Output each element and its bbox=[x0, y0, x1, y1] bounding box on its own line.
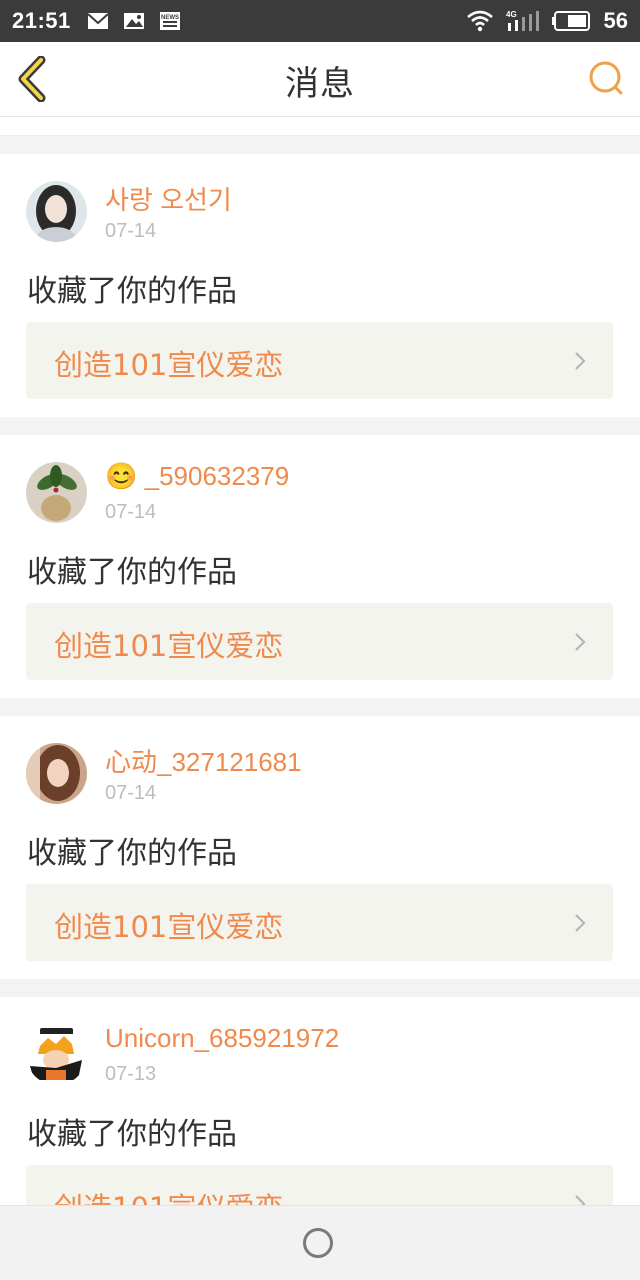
message-date: 07-13 bbox=[105, 1063, 157, 1085]
previous-card-edge bbox=[0, 117, 640, 136]
username[interactable]: 사랑 오선기 bbox=[105, 180, 232, 217]
message-list: 사랑 오선기 07-14 收藏了你的作品 创造101宣仪爱恋 😊 _590632… bbox=[0, 117, 640, 1260]
work-title: 创造101宣仪爱恋 bbox=[54, 910, 284, 944]
message-card: 사랑 오선기 07-14 收藏了你的作品 创造101宣仪爱恋 bbox=[0, 154, 640, 417]
avatar[interactable] bbox=[26, 462, 87, 523]
signal-icon: 4G bbox=[506, 10, 539, 31]
action-text: 收藏了你的作品 bbox=[27, 836, 237, 871]
wifi-icon bbox=[466, 10, 493, 32]
chevron-right-icon bbox=[575, 633, 586, 651]
smile-emoji-icon: 😊 bbox=[105, 461, 138, 491]
action-text: 收藏了你的作品 bbox=[27, 555, 237, 590]
work-title: 创造101宣仪爱恋 bbox=[54, 629, 284, 663]
battery-icon bbox=[551, 11, 590, 31]
chevron-right-icon bbox=[575, 914, 586, 932]
app-header: 消息 bbox=[0, 42, 640, 117]
mail-icon bbox=[87, 13, 109, 29]
work-link[interactable]: 创造101宣仪爱恋 bbox=[26, 322, 613, 399]
work-link[interactable]: 创造101宣仪爱恋 bbox=[26, 603, 613, 680]
message-date: 07-14 bbox=[105, 501, 157, 523]
chevron-right-icon bbox=[575, 352, 586, 370]
message-card: 😊 _590632379 07-14 收藏了你的作品 创造101宣仪爱恋 bbox=[0, 435, 640, 698]
news-icon: NEWS bbox=[159, 12, 180, 30]
status-bar: 21:51 NEWS 4G 56 bbox=[0, 0, 640, 42]
username-text: _590632379 bbox=[144, 461, 290, 491]
avatar[interactable] bbox=[26, 1024, 87, 1085]
action-text: 收藏了你的作品 bbox=[27, 1117, 237, 1152]
username[interactable]: 😊 _590632379 bbox=[105, 461, 289, 492]
svg-text:4G: 4G bbox=[506, 10, 517, 19]
work-link[interactable]: 创造101宣仪爱恋 bbox=[26, 884, 613, 961]
message-date: 07-14 bbox=[105, 220, 157, 242]
home-circle-icon[interactable] bbox=[303, 1228, 333, 1258]
screen: 21:51 NEWS 4G 56 消息 사랑 오선기 07-14 收藏了你的作品… bbox=[0, 0, 640, 1280]
svg-text:NEWS: NEWS bbox=[161, 15, 179, 21]
status-right: 4G 56 bbox=[466, 0, 628, 42]
username[interactable]: 心动_327121681 bbox=[105, 742, 302, 779]
work-title: 创造101宣仪爱恋 bbox=[54, 348, 284, 382]
notification-icons: NEWS bbox=[87, 11, 181, 31]
image-icon bbox=[123, 13, 144, 29]
message-card: 心动_327121681 07-14 收藏了你的作品 创造101宣仪爱恋 bbox=[0, 716, 640, 979]
message-date: 07-14 bbox=[105, 782, 157, 804]
avatar[interactable] bbox=[26, 181, 87, 242]
username[interactable]: Unicorn_685921972 bbox=[105, 1023, 339, 1054]
search-icon[interactable] bbox=[586, 58, 626, 98]
status-time: 21:51 bbox=[12, 8, 71, 33]
page-title: 消息 bbox=[285, 64, 355, 104]
avatar[interactable] bbox=[26, 743, 87, 804]
battery-percent: 56 bbox=[603, 8, 628, 33]
action-text: 收藏了你的作品 bbox=[27, 274, 237, 309]
system-nav-bar bbox=[0, 1205, 640, 1280]
